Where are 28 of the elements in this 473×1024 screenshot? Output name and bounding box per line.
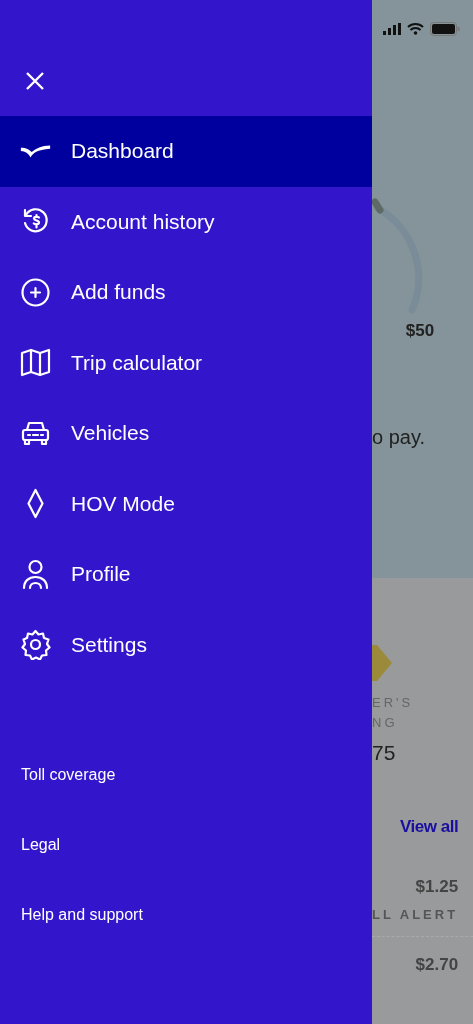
rating-value: 75: [372, 741, 397, 765]
view-all-link[interactable]: View all: [400, 817, 459, 837]
message-text: o pay.: [372, 426, 425, 449]
menu-item[interactable]: Vehicles: [0, 398, 372, 469]
menu-item[interactable]: Dashboard: [0, 116, 372, 187]
wifi-icon: [407, 23, 425, 35]
menu-item[interactable]: Settings: [0, 609, 372, 680]
transaction-amount: $1.25: [415, 877, 459, 897]
add-icon: [20, 276, 51, 308]
menu-item[interactable]: Profile: [0, 539, 372, 610]
person-icon: [20, 558, 51, 590]
footer-link[interactable]: Toll coverage: [21, 764, 116, 786]
footer-link[interactable]: Legal: [21, 834, 61, 856]
gear-icon: [20, 629, 51, 661]
transaction-amount: $2.70: [415, 955, 459, 975]
bird-icon: [20, 144, 51, 158]
transaction-label: LL ALERT: [372, 907, 459, 922]
menu-item[interactable]: Add funds: [0, 257, 372, 328]
close-button[interactable]: [24, 70, 46, 92]
menu-item[interactable]: Account history: [0, 186, 372, 257]
map-icon: [20, 347, 51, 379]
footer-link[interactable]: Help and support: [21, 904, 143, 926]
menu-item[interactable]: Trip calculator: [0, 327, 372, 398]
chevron-icon: [372, 645, 392, 681]
signal-icon: [383, 23, 402, 35]
battery-icon: [430, 22, 461, 36]
gauge-label: $50: [405, 321, 435, 341]
menu-item[interactable]: HOV Mode: [0, 468, 372, 539]
